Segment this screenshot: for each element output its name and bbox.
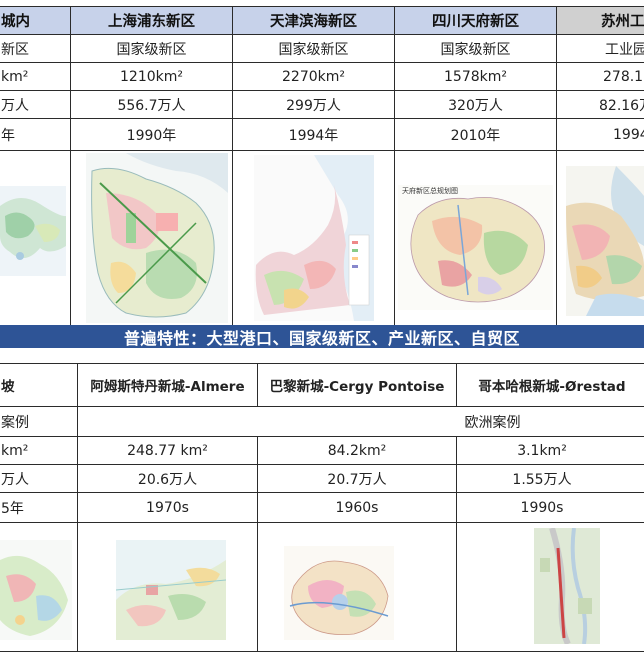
top-row-label-header: 城内 (0, 6, 71, 35)
binhai-population: 299万人 (232, 90, 395, 119)
tianfu-area: 1578km² (394, 62, 557, 91)
suzhou-area: 278.19 (556, 62, 644, 91)
almere-population: 20.6万人 (77, 464, 258, 493)
common-features-band: 普遍特性：大型港口、国家级新区、产业新区、自贸区 (0, 325, 644, 348)
cergy-year: 1960s (257, 492, 457, 523)
almere-area: 248.77 km² (77, 436, 258, 465)
orestad-year: 1990s (456, 492, 644, 523)
cergy-population: 20.7万人 (257, 464, 457, 493)
top-row-label-population: 万人 (0, 90, 71, 119)
almere-year: 1970s (77, 492, 258, 523)
tianfu-year: 2010年 (394, 118, 557, 151)
europe-group-label: 欧洲案例 (77, 406, 644, 437)
pudong-type: 国家级新区 (70, 34, 233, 63)
map-almere (116, 540, 226, 640)
binhai-year: 1994年 (232, 118, 395, 151)
map-tianfu-caption: 天府新区总规划图 (402, 187, 458, 195)
col-header-almere: 阿姆斯特丹新城-Almere (77, 363, 258, 407)
map-binhai (254, 155, 374, 321)
orestad-area: 3.1km² (456, 436, 644, 465)
suzhou-type: 工业园 (556, 34, 644, 63)
col-header-suzhou: 苏州工 (556, 6, 644, 35)
bottom-row-label-year: 5年 (0, 492, 78, 523)
binhai-area: 2270km² (232, 62, 395, 91)
col-header-pudong: 上海浦东新区 (70, 6, 233, 35)
map-tianfu: 天府新区总规划图 (398, 185, 553, 310)
orestad-population: 1.55万人 (456, 464, 644, 493)
suzhou-population: 82.16万 (556, 90, 644, 119)
suzhou-year: 1994 (556, 118, 644, 151)
cergy-area: 84.2km² (257, 436, 457, 465)
col-header-orestad: 哥本哈根新城-Ørestad (456, 363, 644, 407)
tianfu-type: 国家级新区 (394, 34, 557, 63)
top-row-label-type: 新区 (0, 34, 71, 63)
bottom-row-label-group: 案例 (0, 406, 78, 437)
bottom-row-label-area: km² (0, 436, 78, 465)
top-row-label-year: 年 (0, 118, 71, 151)
top-row-label-area: km² (0, 62, 71, 91)
map-orestad (534, 528, 600, 644)
map-cergy (284, 546, 394, 640)
pudong-population: 556.7万人 (70, 90, 233, 119)
col-header-cergy: 巴黎新城-Cergy Pontoise (257, 363, 457, 407)
map-suzhou (566, 166, 644, 316)
tianfu-population: 320万人 (394, 90, 557, 119)
binhai-type: 国家级新区 (232, 34, 395, 63)
pudong-year: 1990年 (70, 118, 233, 151)
map-pudong (86, 153, 228, 323)
map-partial-left-bottom (0, 540, 72, 640)
col-header-tianfu: 四川天府新区 (394, 6, 557, 35)
col-header-binhai: 天津滨海新区 (232, 6, 395, 35)
map-partial-left (0, 186, 66, 276)
bottom-row-label-header: 坡 (0, 363, 78, 407)
bottom-row-label-population: 万人 (0, 464, 78, 493)
pudong-area: 1210km² (70, 62, 233, 91)
